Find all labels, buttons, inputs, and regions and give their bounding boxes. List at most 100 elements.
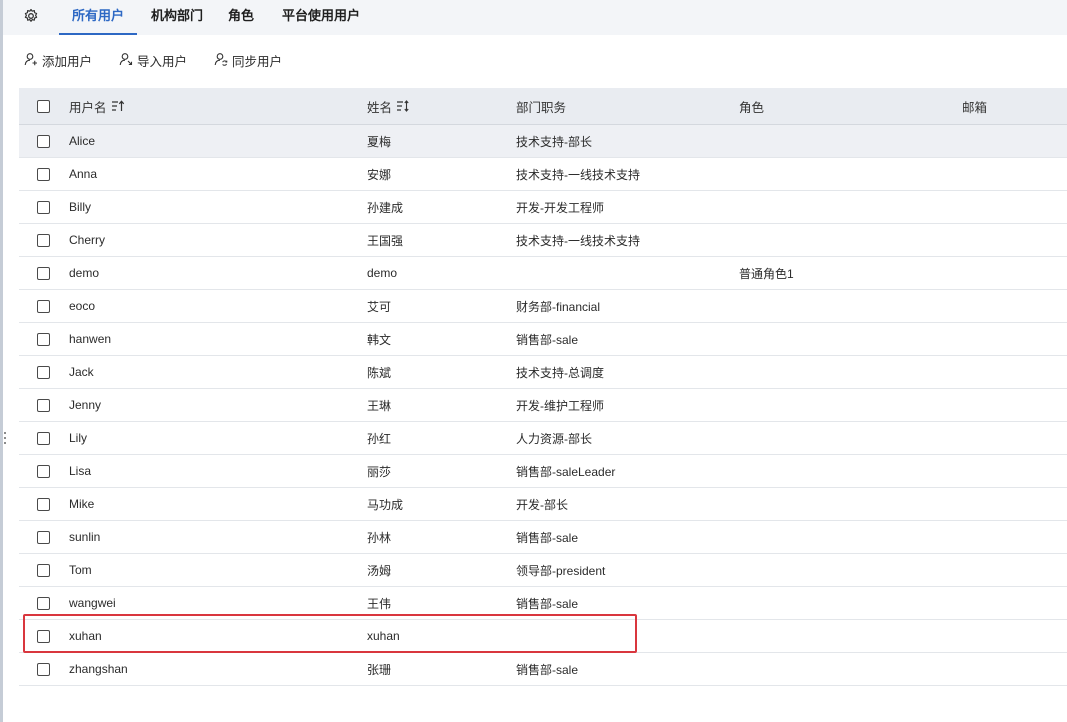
table-row[interactable]: sunlin 孙林 销售部-sale xyxy=(19,521,1067,554)
tab-bar: 所有用户 机构部门 角色 平台使用用户 xyxy=(3,0,1067,35)
cell-name: 王伟 xyxy=(367,596,392,611)
cell-username: wangwei xyxy=(69,596,116,610)
cell-name: xuhan xyxy=(367,629,400,643)
cell-username: zhangshan xyxy=(69,662,128,676)
table-row[interactable]: Tom 汤姆 领导部-president xyxy=(19,554,1067,587)
table-row[interactable]: Cherry 王国强 技术支持-一线技术支持 xyxy=(19,224,1067,257)
cell-username: Cherry xyxy=(69,233,106,247)
cell-username: Lisa xyxy=(69,464,92,478)
cell-dept: 开发-部长 xyxy=(516,497,568,512)
cell-name: 张珊 xyxy=(367,662,392,677)
import-user-button[interactable]: 导入用户 xyxy=(119,50,187,74)
row-checkbox[interactable] xyxy=(37,200,50,214)
row-checkbox[interactable] xyxy=(37,431,50,445)
sync-user-button[interactable]: 同步用户 xyxy=(214,50,282,74)
cell-name: 孙红 xyxy=(367,431,392,446)
cell-name: 夏梅 xyxy=(367,134,392,149)
tab-departments[interactable]: 机构部门 xyxy=(147,0,207,35)
import-user-icon xyxy=(119,50,133,74)
left-border xyxy=(0,0,3,722)
row-checkbox[interactable] xyxy=(37,233,50,247)
cell-username: Lily xyxy=(69,431,88,445)
resize-handle[interactable] xyxy=(4,432,6,446)
gear-icon[interactable] xyxy=(23,8,39,24)
row-checkbox[interactable] xyxy=(37,266,50,280)
tab-platform-users[interactable]: 平台使用用户 xyxy=(281,0,361,35)
cell-name: 汤姆 xyxy=(367,563,392,578)
table-body: Alice 夏梅 技术支持-部长 Anna 安娜 技术支持-一线技术支持 Billy 孙建成开… xyxy=(19,125,1067,686)
table-row[interactable]: hanwen 韩文 销售部-sale xyxy=(19,323,1067,356)
row-checkbox[interactable] xyxy=(37,365,50,379)
sync-user-label: 同步用户 xyxy=(232,55,283,69)
cell-dept: 财务部-financial xyxy=(516,299,601,314)
row-checkbox[interactable] xyxy=(37,563,50,577)
row-checkbox[interactable] xyxy=(37,596,50,610)
cell-dept: 领导部-president xyxy=(516,563,606,578)
table-row[interactable]: Anna 安娜 技术支持-一线技术支持 xyxy=(19,158,1067,191)
table-row[interactable]: Jack 陈斌 技术支持-总调度 xyxy=(19,356,1067,389)
cell-name: 艾可 xyxy=(367,299,392,314)
row-checkbox[interactable] xyxy=(37,464,50,478)
column-header-dept: 部门职务 xyxy=(516,100,567,115)
table-row[interactable]: Jenny 王琳 开发-维护工程师 xyxy=(19,389,1067,422)
row-checkbox[interactable] xyxy=(37,134,50,148)
row-checkbox[interactable] xyxy=(37,530,50,544)
cell-name: 王国强 xyxy=(367,233,404,248)
column-header-email: 邮箱 xyxy=(962,100,988,115)
cell-dept: 销售部-sale xyxy=(516,662,579,677)
add-user-icon xyxy=(24,50,38,74)
row-checkbox[interactable] xyxy=(37,497,50,511)
tab-roles[interactable]: 角色 xyxy=(225,0,257,35)
table-row[interactable]: Alice 夏梅 技术支持-部长 xyxy=(19,125,1067,158)
import-user-label: 导入用户 xyxy=(137,55,188,69)
table-row[interactable]: xuhan xuhan xyxy=(19,620,1067,653)
cell-username: Alice xyxy=(69,134,96,148)
table-row[interactable]: wangwei 王伟 销售部-sale xyxy=(19,587,1067,620)
tab-all-users[interactable]: 所有用户 xyxy=(59,0,137,35)
toolbar: 添加用户 导入用户 同步用户 xyxy=(0,50,600,74)
row-checkbox[interactable] xyxy=(37,299,50,313)
cell-name: demo xyxy=(367,266,398,280)
sort-icon[interactable] xyxy=(396,100,410,112)
table-row[interactable]: demo demo 普通角色1 xyxy=(19,257,1067,290)
row-checkbox[interactable] xyxy=(37,167,50,181)
cell-name: 王琳 xyxy=(367,398,392,413)
add-user-button[interactable]: 添加用户 xyxy=(24,50,92,74)
sort-asc-icon[interactable] xyxy=(111,100,125,112)
cell-name: 孙建成 xyxy=(367,200,404,215)
cell-dept: 技术支持-一线技术支持 xyxy=(516,233,640,248)
user-table: 用户名 姓名 部门职务 角色 邮箱 Alice 夏梅 技术支持-部长 Anna 安娜 技术… xyxy=(19,88,1067,686)
cell-username: hanwen xyxy=(69,332,112,346)
cell-username: sunlin xyxy=(69,530,101,544)
cell-dept: 技术支持-总调度 xyxy=(516,365,604,380)
cell-username: xuhan xyxy=(69,629,102,643)
row-checkbox[interactable] xyxy=(37,398,50,412)
cell-dept: 开发-开发工程师 xyxy=(516,200,604,215)
table-row[interactable]: Lisa 丽莎 销售部-saleLeader xyxy=(19,455,1067,488)
cell-name: 陈斌 xyxy=(367,365,392,380)
select-all-checkbox[interactable] xyxy=(37,99,50,113)
row-checkbox[interactable] xyxy=(37,332,50,346)
cell-name: 马功成 xyxy=(367,497,404,512)
column-header-name[interactable]: 姓名 xyxy=(367,97,392,116)
cell-username: Tom xyxy=(69,563,92,577)
cell-name: 孙林 xyxy=(367,530,392,545)
row-checkbox[interactable] xyxy=(37,662,50,676)
table-header: 用户名 姓名 部门职务 角色 邮箱 xyxy=(19,88,1067,125)
column-header-username[interactable]: 用户名 xyxy=(69,97,107,116)
cell-dept: 技术支持-一线技术支持 xyxy=(516,167,640,182)
cell-username: eoco xyxy=(69,299,96,313)
cell-role: 普通角色1 xyxy=(739,266,794,281)
table-row[interactable]: Mike 马功成 开发-部长 xyxy=(19,488,1067,521)
cell-dept: 技术支持-部长 xyxy=(516,134,592,149)
cell-username: Anna xyxy=(69,167,98,181)
table-row[interactable]: Billy 孙建成 开发-开发工程师 xyxy=(19,191,1067,224)
table-row[interactable]: zhangshan 张珊 销售部-sale xyxy=(19,653,1067,686)
cell-name: 丽莎 xyxy=(367,464,392,479)
table-row[interactable]: eoco 艾可 财务部-financial xyxy=(19,290,1067,323)
cell-username: demo xyxy=(69,266,100,280)
table-row[interactable]: Lily 孙红 人力资源-部长 xyxy=(19,422,1067,455)
row-checkbox[interactable] xyxy=(37,629,50,643)
cell-dept: 开发-维护工程师 xyxy=(516,398,604,413)
user-management-panel: 所有用户 机构部门 角色 平台使用用户 添加用户 导入用户 同步用户 用户名 姓… xyxy=(0,0,1067,722)
